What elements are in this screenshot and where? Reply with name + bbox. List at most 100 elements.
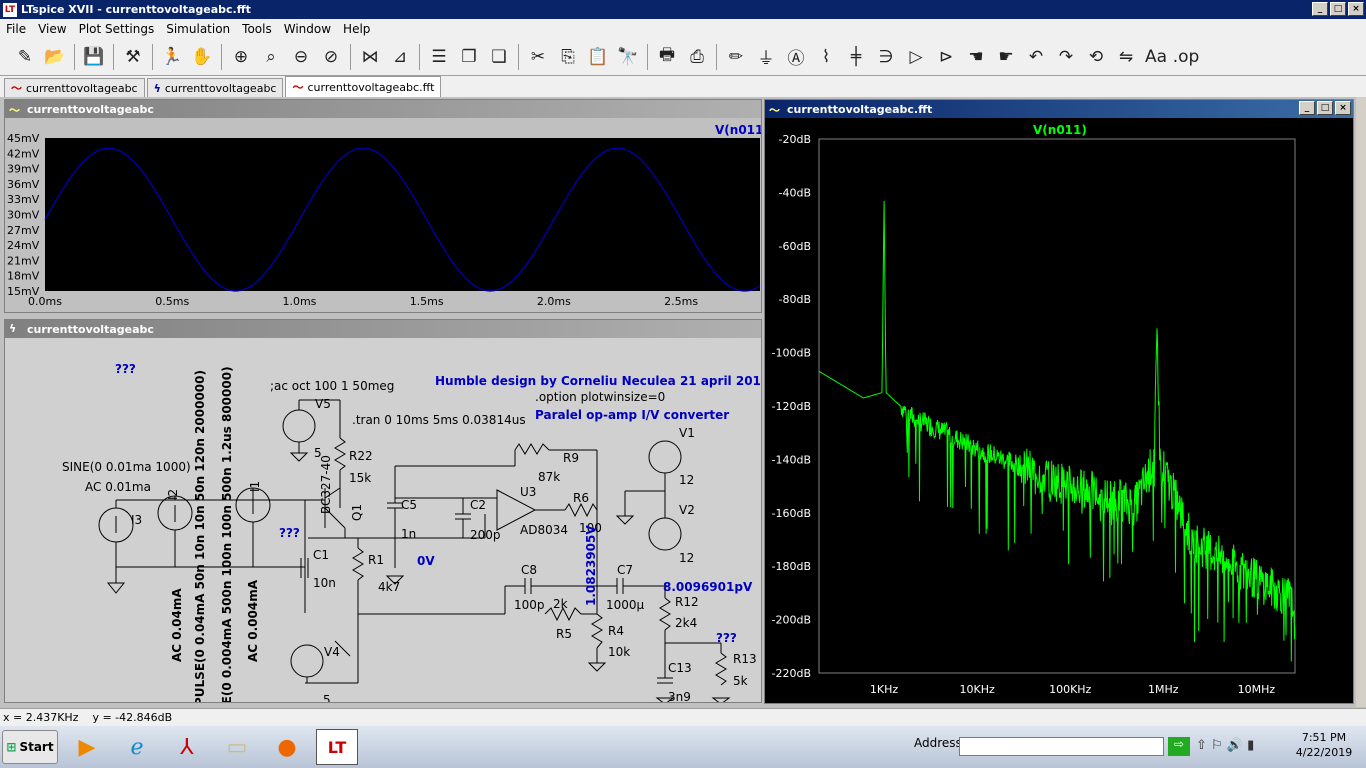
rotate-icon[interactable]: ⟲ [1081, 42, 1111, 72]
print-setup-icon[interactable]: ⎙ [682, 42, 712, 72]
ac-directive[interactable]: ;ac oct 100 1 50meg [270, 379, 394, 393]
r1-value[interactable]: 4k7 [378, 580, 400, 594]
save-icon[interactable]: 💾 [79, 42, 109, 72]
c7-label[interactable]: C7 [617, 563, 633, 577]
diode-icon[interactable]: ▷ [901, 42, 931, 72]
mdi-scrollbar[interactable] [1356, 97, 1366, 707]
redo-icon[interactable]: ↷ [1051, 42, 1081, 72]
cut-icon[interactable]: ✂ [523, 42, 553, 72]
control-panel-icon[interactable]: ⚒ [118, 42, 148, 72]
fft-trace-label[interactable]: V(n011) [1033, 123, 1087, 137]
i3-ac-value[interactable]: AC 0.04mA [170, 588, 184, 662]
v2-value[interactable]: 12 [679, 551, 694, 565]
transistor-model[interactable]: BC327-40 [319, 455, 333, 514]
zoom-pan-icon[interactable]: ⌕ [256, 42, 286, 72]
draw-wire-icon[interactable]: ✏ [721, 42, 751, 72]
tile-horizontal-icon[interactable]: ☰ [424, 42, 454, 72]
r9-value[interactable]: 87k [538, 470, 560, 484]
i1-pulse-value[interactable]: SE(0 0.004mA 500n 100n 100n 500n 1.2us 8… [220, 366, 234, 702]
menu-help[interactable]: Help [337, 22, 376, 36]
r4-value[interactable]: 10k [608, 645, 630, 659]
c5-label[interactable]: C5 [401, 498, 417, 512]
i1-ac-value[interactable]: AC 0.004mA [246, 579, 260, 662]
internet-explorer-icon[interactable]: ℯ [116, 729, 158, 765]
c2-value[interactable]: 200p [470, 528, 501, 542]
tile-vertical-icon[interactable]: ❏ [484, 42, 514, 72]
print-icon[interactable]: 🖶 [652, 42, 682, 72]
r9-label[interactable]: R9 [563, 451, 579, 465]
tab-waveform[interactable]: 〜 currenttovoltageabc [4, 78, 145, 97]
c7-value[interactable]: 1000µ [606, 598, 645, 612]
resistor-icon[interactable]: ⌇ [811, 42, 841, 72]
capacitor-icon[interactable]: ╪ [841, 42, 871, 72]
waveform-plot[interactable]: V(n011) 45mV 42mV 39mV 36mV 33mV 30mV 27mV 24mV… [5, 118, 761, 312]
i1-label[interactable]: I1 [248, 481, 262, 492]
text-icon[interactable]: Aa [1141, 42, 1171, 72]
run-icon[interactable]: 🏃 [157, 42, 187, 72]
r4-label[interactable]: R4 [608, 624, 624, 638]
waveform-trace-label[interactable]: V(n011) [715, 123, 761, 137]
q1-label[interactable]: Q1 [350, 504, 364, 521]
file-explorer-icon[interactable]: ▭ [216, 729, 258, 765]
acrobat-icon[interactable]: ⅄ [166, 729, 208, 765]
open-folder-icon[interactable]: 📂 [40, 42, 70, 72]
media-player-icon[interactable]: ▶ [66, 729, 108, 765]
i2-pulse-value[interactable]: PULSE(0 0.04mA 50n 10n 10n 50n 120n 2000… [193, 370, 207, 702]
undo-icon[interactable]: ↶ [1021, 42, 1051, 72]
fft-close-button[interactable]: × [1335, 101, 1351, 115]
new-schematic-icon[interactable]: ✎ [10, 42, 40, 72]
component-icon[interactable]: ⊳ [931, 42, 961, 72]
r12-value[interactable]: 2k4 [675, 616, 697, 630]
v1-value[interactable]: 12 [679, 473, 694, 487]
label-net-icon[interactable]: Ⓐ [781, 42, 811, 72]
ac-value[interactable]: AC 0.01ma [85, 480, 151, 494]
probe-label[interactable]: ??? [279, 526, 300, 540]
autorange-icon[interactable]: ⋈ [355, 42, 385, 72]
r6-label[interactable]: R6 [573, 491, 589, 505]
probe-label[interactable]: ??? [716, 631, 737, 645]
node-voltage-label[interactable]: 1.0823905V [584, 525, 598, 606]
go-arrow-icon[interactable]: ⇨ [1168, 737, 1190, 756]
v1-label[interactable]: V1 [679, 426, 695, 440]
maximize-button[interactable]: □ [1330, 2, 1346, 16]
menu-tools[interactable]: Tools [236, 22, 278, 36]
r12-label[interactable]: R12 [675, 595, 699, 609]
zoom-fit-icon[interactable]: ⊘ [316, 42, 346, 72]
halt-hand-icon[interactable]: ✋ [187, 42, 217, 72]
r13-label[interactable]: R13 [733, 652, 757, 666]
fft-minimize-button[interactable]: _ [1299, 101, 1315, 115]
c1-label[interactable]: C1 [313, 548, 329, 562]
c5-value[interactable]: 1n [401, 527, 416, 541]
v4-value[interactable]: 5 [323, 693, 331, 702]
schematic-canvas[interactable]: ??? ??? ??? ;ac oct 100 1 50meg .tran 0 … [5, 338, 761, 702]
start-button[interactable]: ⊞ Start [2, 730, 58, 764]
r22-label[interactable]: R22 [349, 449, 373, 463]
tab-schematic[interactable]: ϟ currenttovoltageabc [146, 78, 284, 97]
r5-value[interactable]: 2k [553, 597, 568, 611]
ruler-icon[interactable]: ⊿ [385, 42, 415, 72]
find-icon[interactable]: 🔭 [613, 42, 643, 72]
menu-file[interactable]: File [0, 22, 32, 36]
fft-plot[interactable]: V(n011) -20dB -40dB -60dB -80dB -100dB -120dB… [765, 118, 1353, 703]
inductor-icon[interactable]: ∋ [871, 42, 901, 72]
tray-icons[interactable]: ⇧ ⚐ 🔊 ▮ [1196, 738, 1254, 753]
c1-value[interactable]: 10n [313, 576, 336, 590]
node-voltage-label[interactable]: 8.0096901pV [663, 580, 753, 594]
c2-label[interactable]: C2 [470, 498, 486, 512]
spice-directive-icon[interactable]: .op [1171, 42, 1201, 72]
i2-label[interactable]: I2 [166, 489, 180, 500]
r13-value[interactable]: 5k [733, 674, 748, 688]
firefox-icon[interactable]: ● [266, 729, 308, 765]
tab-fft[interactable]: 〜 currenttovoltageabc.fft [285, 76, 442, 97]
v2-label[interactable]: V2 [679, 503, 695, 517]
option-directive[interactable]: .option plotwinsize=0 [535, 390, 665, 404]
close-button[interactable]: × [1348, 2, 1364, 16]
v4-label[interactable]: V4 [324, 645, 340, 659]
cascade-icon[interactable]: ❐ [454, 42, 484, 72]
zoom-out-icon[interactable]: ⊖ [286, 42, 316, 72]
u3-model[interactable]: AD8034 [520, 523, 568, 537]
r5-label[interactable]: R5 [556, 627, 572, 641]
c13-value[interactable]: 3n9 [668, 690, 691, 702]
v5-label[interactable]: V5 [315, 397, 331, 411]
menu-simulation[interactable]: Simulation [160, 22, 236, 36]
